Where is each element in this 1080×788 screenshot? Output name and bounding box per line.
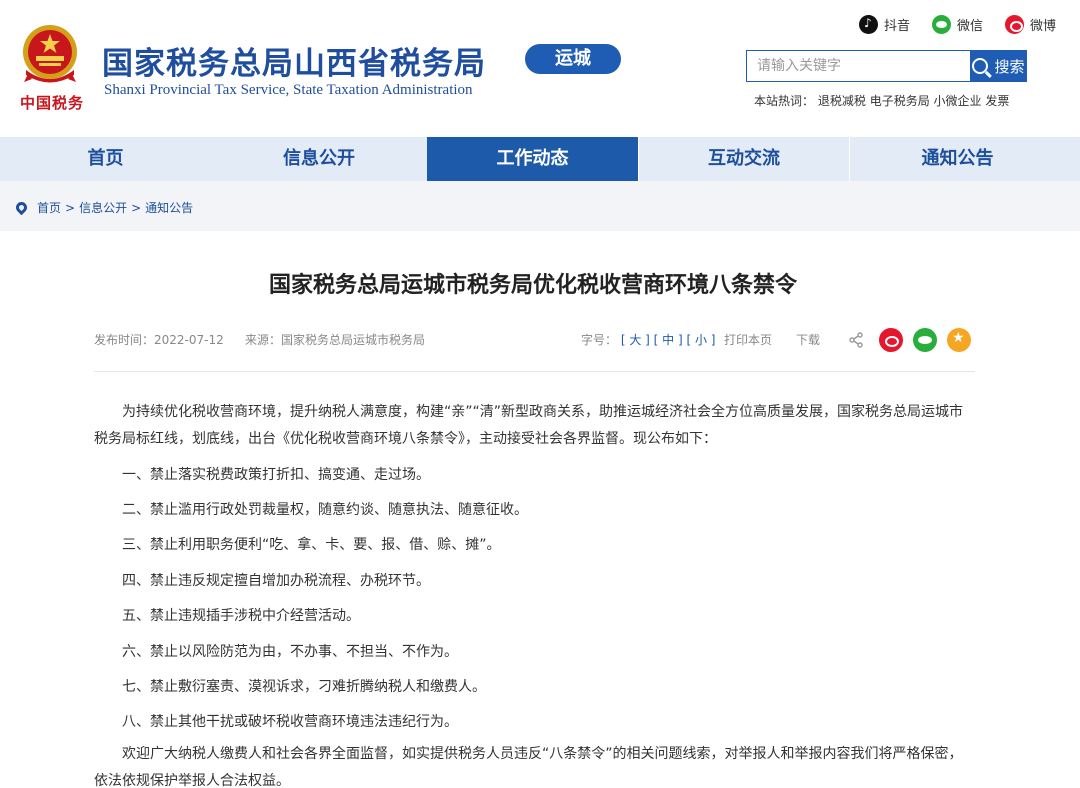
- download-link[interactable]: 下载: [796, 331, 820, 348]
- hot-word[interactable]: 发票: [985, 94, 1009, 108]
- font-size-label: 字号：: [581, 333, 618, 347]
- rule-item: 二、禁止滥用行政处罚裁量权，随意约谈、随意执法、随意征收。: [122, 502, 528, 518]
- search-button[interactable]: 搜索: [970, 50, 1027, 82]
- social-wechat[interactable]: 微信: [932, 15, 983, 34]
- article-title: 国家税务总局运城市税务局优化税收营商环境八条禁令: [268, 273, 797, 298]
- share-weibo-icon[interactable]: [879, 328, 903, 352]
- rule-item: 五、禁止违规插手涉税中介经营活动。: [122, 608, 360, 624]
- social-label: 微信: [957, 19, 984, 34]
- social-label: 微博: [1030, 19, 1057, 34]
- article-source: 来源：国家税务总局运城市税务局: [245, 333, 426, 347]
- wechat-icon: [932, 15, 951, 34]
- rule-item: 七、禁止敷衍塞责、漠视诉求，刁难折腾纳税人和缴费人。: [122, 679, 486, 695]
- nav-item-info[interactable]: 信息公开: [211, 137, 427, 181]
- hot-words: 本站热词： 退税减税 电子税务局 小微企业 发票: [754, 92, 1009, 109]
- social-douyin[interactable]: 抖音: [859, 15, 910, 34]
- site-title[interactable]: 国家税务总局山西省税务局: [102, 38, 486, 83]
- breadcrumb-separator: >: [65, 200, 76, 215]
- weibo-icon: [1005, 15, 1024, 34]
- article-closing: 欢迎广大纳税人缴费人和社会各界全面监督，如实提供税务人员违反“八条禁令”的相关问…: [94, 746, 963, 788]
- main-nav: 首页 信息公开 工作动态 互动交流 通知公告: [0, 137, 1080, 181]
- print-link[interactable]: 打印本页: [724, 331, 772, 348]
- breadcrumb-separator: >: [131, 200, 142, 215]
- nav-item-notice[interactable]: 通知公告: [849, 137, 1065, 181]
- social-weibo[interactable]: 微博: [1005, 15, 1056, 34]
- hot-word[interactable]: 退税减税: [818, 94, 866, 108]
- douyin-icon: [859, 15, 878, 34]
- search-input[interactable]: [746, 50, 970, 82]
- article-intro: 为持续优化税收营商环境，提升纳税人满意度，构建“亲”“清”新型政商关系，助推运城…: [94, 404, 964, 447]
- rule-item: 一、禁止落实税费政策打折扣、搞变通、走过场。: [122, 467, 430, 483]
- breadcrumb: 首页 > 信息公开 > 通知公告: [13, 199, 193, 216]
- rule-item: 八、禁止其他干扰或破坏税收营商环境违法违纪行为。: [122, 714, 458, 730]
- national-emblem-icon[interactable]: [18, 22, 82, 88]
- emblem-caption: 中国税务: [20, 94, 85, 112]
- rule-item: 六、禁止以风险防范为由，不办事、不担当、不作为。: [122, 644, 458, 660]
- meta-divider: [94, 371, 975, 372]
- nav-item-interaction[interactable]: 互动交流: [638, 137, 849, 181]
- hot-word[interactable]: 电子税务局: [870, 94, 930, 108]
- social-label: 抖音: [884, 19, 911, 34]
- article-card: 国家税务总局运城市税务局优化税收营商环境八条禁令 发布时间：2022-07-12…: [0, 231, 1080, 788]
- font-size-control: 字号： [ 大 ] [ 中 ] [ 小 ]: [581, 331, 716, 348]
- rule-item: 四、禁止违反规定擅自增加办税流程、办税环节。: [122, 573, 430, 589]
- nav-item-work[interactable]: 工作动态: [427, 137, 638, 181]
- font-size-small[interactable]: [ 小 ]: [687, 333, 716, 347]
- font-size-medium[interactable]: [ 中 ]: [654, 333, 683, 347]
- search-button-label: 搜索: [994, 57, 1025, 76]
- breadcrumb-item[interactable]: 信息公开: [79, 199, 127, 216]
- share-icon[interactable]: [848, 332, 864, 348]
- location-pin-icon: [13, 199, 30, 216]
- rule-item: 三、禁止利用职务便利“吃、拿、卡、要、报、借、赊、摊”。: [122, 537, 501, 553]
- search-icon: [972, 58, 989, 74]
- font-size-large[interactable]: [ 大 ]: [621, 333, 650, 347]
- site-subtitle: Shanxi Provincial Tax Service, State Tax…: [104, 82, 473, 98]
- share-wechat-icon[interactable]: [913, 328, 937, 352]
- publish-date: 发布时间：2022-07-12: [94, 333, 224, 347]
- breadcrumb-item[interactable]: 首页: [37, 199, 61, 216]
- nav-item-home[interactable]: 首页: [0, 137, 211, 181]
- hot-words-label: 本站热词：: [754, 94, 815, 108]
- hot-word[interactable]: 小微企业: [934, 94, 982, 108]
- city-badge[interactable]: 运城: [525, 44, 621, 74]
- breadcrumb-item[interactable]: 通知公告: [145, 199, 193, 216]
- site-header: 中国税务 国家税务总局山西省税务局 Shanxi Provincial Tax …: [0, 0, 1080, 137]
- share-qzone-icon[interactable]: [947, 328, 971, 352]
